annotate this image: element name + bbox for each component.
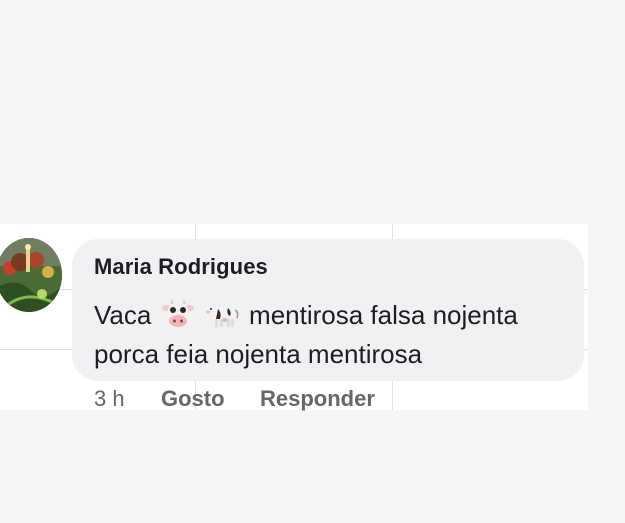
comment-timestamp[interactable]: 3 h bbox=[94, 386, 125, 412]
like-button[interactable]: Gosto bbox=[161, 386, 225, 412]
comment-text-start: Vaca bbox=[94, 300, 152, 330]
comment-author[interactable]: Maria Rodrigues bbox=[94, 254, 268, 280]
comment-text-line-1: Vaca mentirosa falsa nojenta bbox=[94, 298, 518, 331]
reply-button[interactable]: Responder bbox=[260, 386, 375, 412]
cow-icon bbox=[205, 298, 240, 330]
comment-text-line-2: porca feia nojenta mentirosa bbox=[94, 339, 423, 369]
cow-face-icon bbox=[161, 298, 195, 330]
comment-text-rest: mentirosa falsa nojenta bbox=[249, 300, 518, 330]
